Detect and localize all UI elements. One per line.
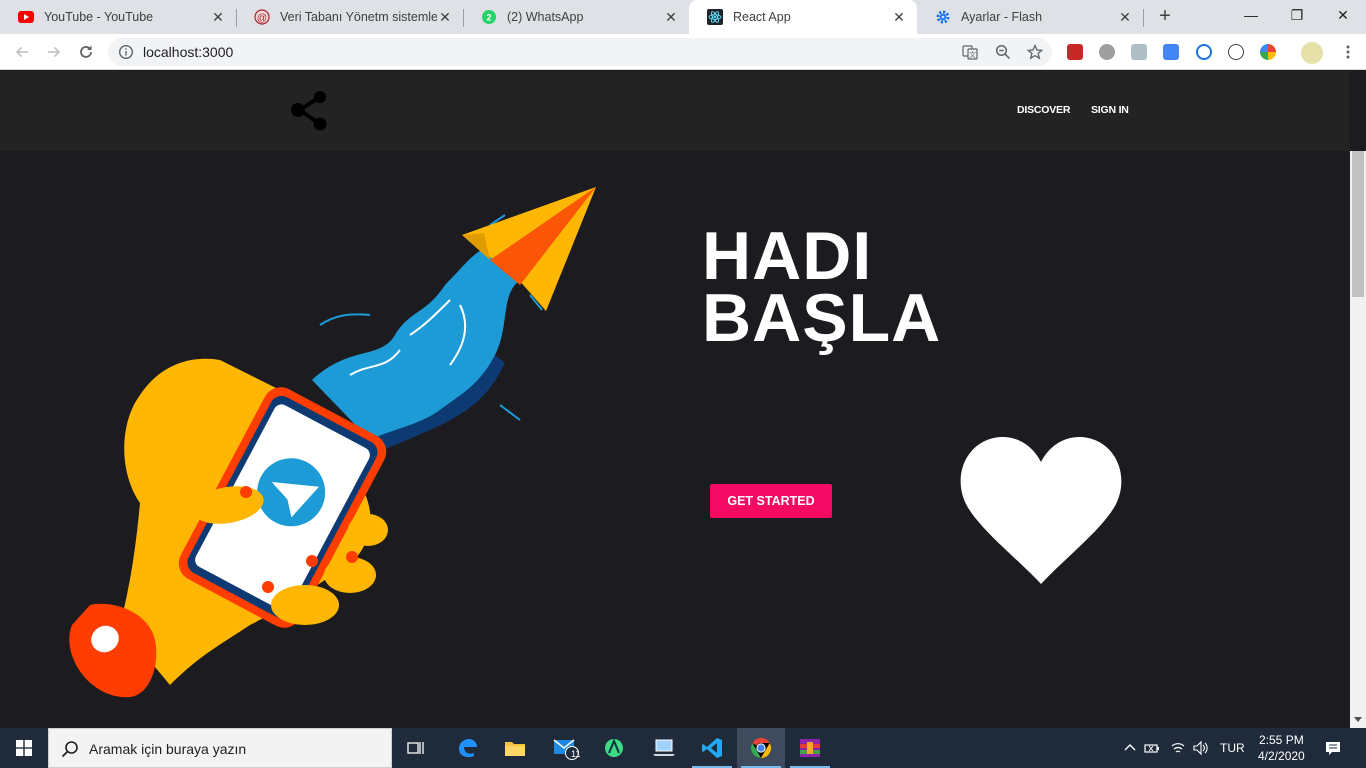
tab-close-icon[interactable]: ✕ bbox=[437, 9, 453, 25]
edge-icon bbox=[459, 739, 477, 758]
info-icon[interactable] bbox=[118, 44, 134, 60]
taskbar-app-laptop[interactable] bbox=[640, 728, 688, 768]
scrollbar-thumb[interactable] bbox=[1352, 151, 1364, 297]
back-arrow-icon bbox=[15, 46, 28, 58]
tab-title: YouTube - YouTube bbox=[44, 10, 154, 24]
clock-time[interactable]: 2:55 PM bbox=[1259, 733, 1304, 747]
battery-icon[interactable] bbox=[1144, 740, 1160, 756]
task-view-icon bbox=[407, 742, 424, 754]
chevron-up-icon[interactable] bbox=[1122, 740, 1138, 756]
taskbar-app-file-explorer[interactable] bbox=[491, 728, 539, 768]
taskbar-app-vscode[interactable] bbox=[688, 728, 736, 768]
notifications-icon[interactable] bbox=[1325, 740, 1341, 756]
font-extension-icon[interactable] bbox=[1228, 44, 1244, 60]
mail-badge: 11 bbox=[571, 749, 581, 759]
restore-button[interactable]: ❐ bbox=[1274, 0, 1320, 30]
page-scrollbar[interactable] bbox=[1350, 151, 1366, 728]
nav-discover-link[interactable]: DISCOVER bbox=[1017, 104, 1070, 116]
taskbar-search-box[interactable]: Aramak için buraya yazın bbox=[48, 728, 392, 768]
folder-icon bbox=[505, 742, 525, 756]
share-icon[interactable] bbox=[290, 90, 330, 132]
page-viewport: DISCOVER SIGN IN HADI BAŞLA GET STARTED bbox=[0, 71, 1350, 728]
search-icon bbox=[61, 741, 78, 758]
tab-whatsapp[interactable]: 2 (2) WhatsApp ✕ bbox=[463, 0, 689, 34]
hero-heading-line-1: HADI bbox=[702, 218, 873, 294]
bookmark-star-icon[interactable] bbox=[1027, 44, 1043, 60]
taskbar-app-winrar[interactable] bbox=[786, 728, 834, 768]
tab-ayarlar-flash[interactable]: Ayarlar - Flash ✕ bbox=[917, 0, 1143, 34]
back-button[interactable] bbox=[8, 38, 36, 66]
browser-tab-strip: YouTube - YouTube ✕ @ Veri Tabanı Yönetm… bbox=[0, 0, 1366, 34]
vscode-icon bbox=[702, 738, 722, 758]
android-studio-icon bbox=[605, 738, 623, 757]
profile-avatar[interactable] bbox=[1301, 42, 1323, 64]
tab-close-icon[interactable]: ✕ bbox=[663, 9, 679, 25]
bug-extension-icon[interactable] bbox=[1099, 44, 1115, 60]
input-language[interactable]: TUR bbox=[1220, 741, 1245, 755]
laptop-icon bbox=[653, 739, 675, 756]
youtube-icon bbox=[18, 9, 34, 25]
site-navbar: DISCOVER SIGN IN bbox=[0, 71, 1350, 151]
hero-heading: HADI BAŞLA bbox=[702, 218, 942, 356]
more-vertical-icon bbox=[1346, 45, 1350, 59]
taskbar-app-chrome[interactable] bbox=[737, 728, 785, 768]
minimize-button[interactable]: — bbox=[1228, 0, 1274, 30]
forward-button[interactable] bbox=[40, 38, 68, 66]
translate-icon[interactable]: 文 bbox=[962, 44, 978, 60]
tab-title: Veri Tabanı Yönetm sistemleri I bbox=[280, 10, 437, 24]
reload-icon bbox=[80, 45, 92, 58]
whatsapp-icon: 2 bbox=[481, 9, 497, 25]
tab-react-app[interactable]: React App ✕ bbox=[689, 0, 917, 34]
nav-sign-in-link[interactable]: SIGN IN bbox=[1091, 104, 1129, 116]
get-started-button[interactable]: GET STARTED bbox=[710, 484, 832, 518]
stream-shape bbox=[312, 245, 520, 440]
url-text[interactable]: localhost:3000 bbox=[143, 44, 233, 60]
windows-logo-icon bbox=[16, 740, 32, 756]
taskbar-app-mail[interactable]: 11 bbox=[542, 728, 590, 768]
tab-veri-tabani[interactable]: @ Veri Tabanı Yönetm sistemleri I ✕ bbox=[236, 0, 463, 34]
winrar-icon bbox=[800, 739, 820, 757]
forward-arrow-icon bbox=[48, 46, 61, 58]
chrome-icon bbox=[750, 737, 772, 759]
wifi-icon[interactable] bbox=[1170, 740, 1186, 756]
tab-title: React App bbox=[733, 10, 791, 24]
tab-separator bbox=[1143, 9, 1144, 27]
hero-illustration bbox=[69, 187, 596, 698]
image-extension-icon[interactable] bbox=[1131, 44, 1147, 60]
taskbar-app-edge[interactable] bbox=[443, 728, 491, 768]
extension-icon[interactable] bbox=[1067, 44, 1083, 60]
svg-text:文: 文 bbox=[969, 50, 976, 59]
zoom-out-icon[interactable] bbox=[995, 44, 1011, 60]
address-bar[interactable]: localhost:3000 文 bbox=[108, 38, 1052, 66]
tab-youtube[interactable]: YouTube - YouTube ✕ bbox=[0, 0, 236, 34]
settings-gear-icon bbox=[935, 9, 951, 25]
windows-taskbar: Aramak için buraya yazın 11 TUR 2:55 PM … bbox=[0, 728, 1366, 768]
google-translate-icon[interactable] bbox=[1163, 44, 1179, 60]
browser-menu-button[interactable] bbox=[1334, 38, 1362, 66]
volume-icon[interactable] bbox=[1192, 740, 1208, 756]
clock-date[interactable]: 4/2/2020 bbox=[1258, 749, 1305, 763]
browser-toolbar: localhost:3000 文 bbox=[0, 34, 1366, 70]
hero-heading-line-2: BAŞLA bbox=[702, 280, 942, 356]
task-view-button[interactable] bbox=[392, 728, 440, 768]
site-icon: @ bbox=[254, 9, 270, 25]
tab-title: (2) WhatsApp bbox=[507, 10, 584, 24]
reload-button[interactable] bbox=[72, 38, 100, 66]
close-window-button[interactable]: ✕ bbox=[1320, 0, 1366, 30]
tab-close-icon[interactable]: ✕ bbox=[210, 9, 226, 25]
taskbar-app-android-studio[interactable] bbox=[590, 728, 638, 768]
tab-title: Ayarlar - Flash bbox=[961, 10, 1043, 24]
taskbar-search-placeholder[interactable]: Aramak için buraya yazın bbox=[89, 741, 246, 757]
tab-close-icon[interactable]: ✕ bbox=[891, 9, 907, 25]
search-extension-icon[interactable] bbox=[1196, 44, 1212, 60]
svg-text:2: 2 bbox=[486, 13, 491, 23]
new-tab-button[interactable]: + bbox=[1153, 5, 1177, 29]
svg-text:@: @ bbox=[257, 13, 267, 24]
scroll-down-arrow-icon[interactable] bbox=[1354, 717, 1362, 722]
start-button[interactable] bbox=[0, 728, 48, 768]
react-icon bbox=[707, 9, 723, 25]
color-picker-extension-icon[interactable] bbox=[1260, 44, 1276, 60]
heart-icon[interactable] bbox=[960, 436, 1122, 584]
tab-close-icon[interactable]: ✕ bbox=[1117, 9, 1133, 25]
